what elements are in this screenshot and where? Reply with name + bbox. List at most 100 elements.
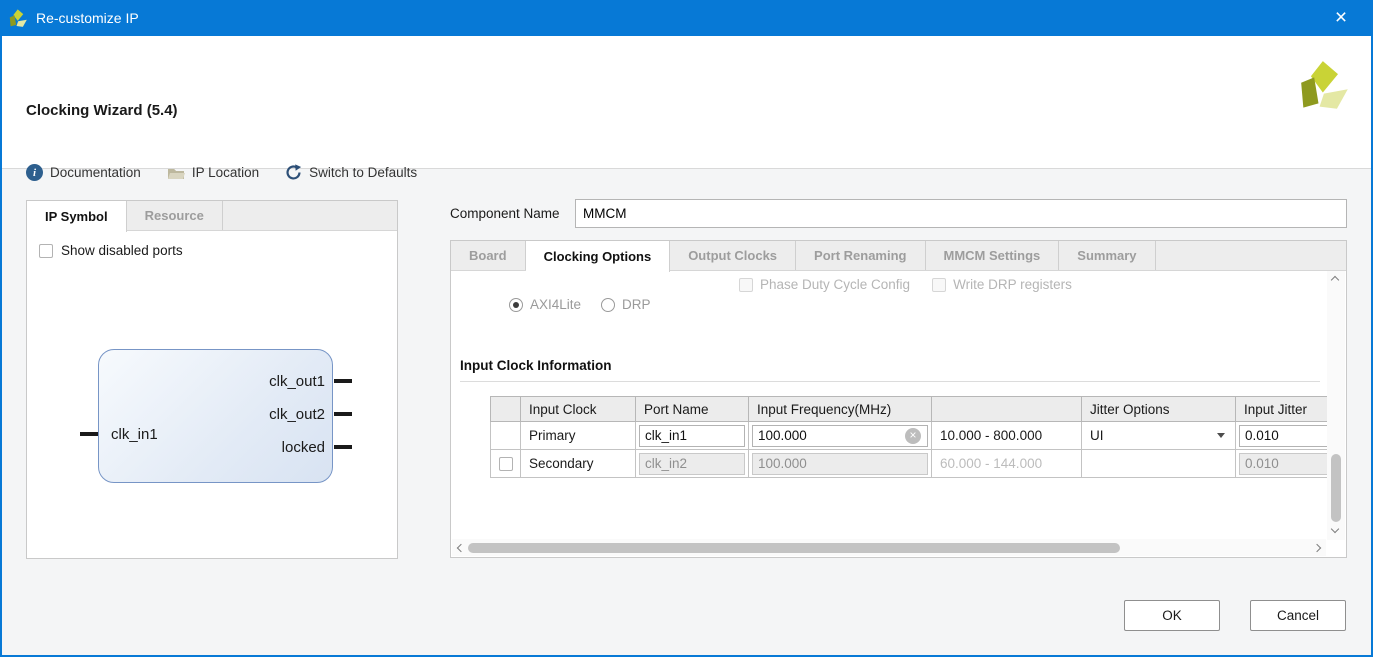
recustomize-ip-dialog: Re-customize IP × Clocking Wizard (5.4) …: [0, 0, 1373, 657]
right-tabstrip: Board Clocking Options Output Clocks Por…: [451, 241, 1346, 271]
toolbar: i Documentation IP Location Switch to De…: [26, 164, 417, 181]
input-clock-column-header: Input Clock: [521, 397, 636, 422]
primary-input-clock: Primary: [521, 422, 636, 450]
section-divider: [460, 381, 1320, 382]
info-icon: i: [26, 164, 43, 181]
ip-location-button[interactable]: IP Location: [167, 165, 259, 180]
tab-port-renaming[interactable]: Port Renaming: [796, 241, 925, 270]
ip-location-label: IP Location: [192, 165, 259, 180]
scroll-down-icon[interactable]: [1331, 525, 1339, 533]
input-clock-information-heading: Input Clock Information: [460, 358, 612, 373]
component-name-label: Component Name: [450, 206, 560, 221]
primary-input-jitter-cell: [1236, 422, 1329, 450]
drp-option-checkboxes: Phase Duty Cycle Config Write DRP regist…: [739, 277, 1072, 292]
input-jitter-column-header: Input Jitter: [1236, 397, 1329, 422]
primary-port-name-cell: [636, 422, 749, 450]
tab-clocking-options[interactable]: Clocking Options: [526, 241, 671, 272]
horizontal-scrollbar[interactable]: [452, 539, 1326, 556]
clocking-options-panel: Board Clocking Options Output Clocks Por…: [450, 240, 1347, 558]
switch-to-defaults-button[interactable]: Switch to Defaults: [285, 164, 417, 181]
secondary-port-name-cell: [636, 450, 749, 478]
secondary-jitter-options-cell: [1082, 450, 1236, 478]
drp-radio[interactable]: [601, 298, 615, 312]
write-drp-registers-label: Write DRP registers: [953, 277, 1072, 292]
dialog-header: Clocking Wizard (5.4) i Documentation IP…: [2, 36, 1371, 169]
documentation-button[interactable]: i Documentation: [26, 164, 141, 181]
cancel-button[interactable]: Cancel: [1250, 600, 1346, 631]
secondary-frequency-cell: [749, 450, 932, 478]
component-name-input[interactable]: [575, 199, 1347, 228]
port-clk-in1: clk_in1: [111, 426, 158, 443]
clk-in1-stub: [80, 432, 98, 436]
secondary-input-clock: Secondary: [521, 450, 636, 478]
primary-input-jitter-input[interactable]: [1239, 425, 1328, 447]
tab-board[interactable]: Board: [451, 241, 526, 270]
primary-frequency-range: 10.000 - 800.000: [932, 422, 1082, 450]
show-disabled-ports-label: Show disabled ports: [61, 243, 183, 258]
tab-mmcm-settings[interactable]: MMCM Settings: [926, 241, 1060, 270]
close-icon[interactable]: ×: [1321, 0, 1361, 36]
folder-icon: [167, 166, 185, 180]
write-drp-registers[interactable]: Write DRP registers: [932, 277, 1072, 292]
input-clock-table: Input Clock Port Name Input Frequency(MH…: [490, 396, 1328, 478]
chevron-down-icon: [1217, 433, 1225, 438]
input-frequency-column-header: Input Frequency(MHz): [749, 397, 932, 422]
ok-button[interactable]: OK: [1124, 600, 1220, 631]
table-header-row: Input Clock Port Name Input Frequency(MH…: [491, 397, 1329, 422]
title-bar: Re-customize IP ×: [0, 0, 1373, 36]
show-disabled-ports-checkbox[interactable]: [39, 244, 53, 258]
secondary-input-jitter-cell: [1236, 450, 1329, 478]
documentation-label: Documentation: [50, 165, 141, 180]
tab-summary[interactable]: Summary: [1059, 241, 1155, 270]
phase-duty-cycle-config-checkbox[interactable]: [739, 278, 753, 292]
vertical-scroll-thumb[interactable]: [1331, 454, 1341, 522]
xilinx-logo: [1299, 58, 1351, 114]
phase-duty-cycle-config[interactable]: Phase Duty Cycle Config: [739, 277, 910, 292]
drp-option[interactable]: DRP: [601, 297, 651, 312]
axi4lite-radio[interactable]: [509, 298, 523, 312]
page-title: Clocking Wizard (5.4): [26, 102, 178, 119]
port-locked: locked: [249, 439, 325, 456]
axi4lite-label: AXI4Lite: [530, 297, 581, 312]
xilinx-logo-icon: [9, 9, 28, 28]
frequency-range-column-header: [932, 397, 1082, 422]
scroll-left-icon[interactable]: [457, 543, 465, 551]
jitter-options-column-header: Jitter Options: [1082, 397, 1236, 422]
table-row-primary: Primary × 10.000 - 800.000 UI: [491, 422, 1329, 450]
primary-frequency-input[interactable]: [752, 425, 928, 447]
primary-port-name-input[interactable]: [639, 425, 745, 447]
interface-radio-group: AXI4Lite DRP: [509, 297, 651, 312]
primary-frequency-cell: ×: [749, 422, 932, 450]
window-title: Re-customize IP: [36, 10, 139, 26]
ip-symbol-panel: IP Symbol Resource Show disabled ports c…: [26, 200, 398, 559]
port-name-column-header: Port Name: [636, 397, 749, 422]
secondary-port-name-input: [639, 453, 745, 475]
scroll-up-icon[interactable]: [1331, 276, 1339, 284]
secondary-enable-checkbox[interactable]: [499, 457, 513, 471]
write-drp-registers-checkbox[interactable]: [932, 278, 946, 292]
switch-to-defaults-label: Switch to Defaults: [309, 165, 417, 180]
port-clk-out1: clk_out1: [249, 373, 325, 390]
show-disabled-ports[interactable]: Show disabled ports: [39, 243, 183, 258]
primary-jitter-options-cell: UI: [1082, 422, 1236, 450]
clk-out1-stub: [334, 379, 352, 383]
clear-icon[interactable]: ×: [905, 428, 921, 444]
refresh-icon: [285, 164, 302, 181]
horizontal-scroll-thumb[interactable]: [468, 543, 1120, 553]
jitter-options-dropdown[interactable]: UI: [1082, 422, 1235, 449]
secondary-select-cell: [491, 450, 521, 478]
jitter-options-value: UI: [1090, 428, 1104, 443]
table-row-secondary: Secondary 60.000 - 144.000: [491, 450, 1329, 478]
tab-output-clocks[interactable]: Output Clocks: [670, 241, 796, 270]
locked-stub: [334, 445, 352, 449]
port-clk-out2: clk_out2: [249, 406, 325, 423]
tab-resource[interactable]: Resource: [127, 201, 223, 230]
clk-out2-stub: [334, 412, 352, 416]
axi4lite-option[interactable]: AXI4Lite: [509, 297, 581, 312]
vertical-scrollbar[interactable]: [1327, 271, 1345, 540]
scroll-right-icon[interactable]: [1313, 543, 1321, 551]
drp-label: DRP: [622, 297, 651, 312]
left-tabstrip: IP Symbol Resource: [27, 201, 397, 231]
tab-ip-symbol[interactable]: IP Symbol: [27, 201, 127, 232]
secondary-frequency-range: 60.000 - 144.000: [932, 450, 1082, 478]
